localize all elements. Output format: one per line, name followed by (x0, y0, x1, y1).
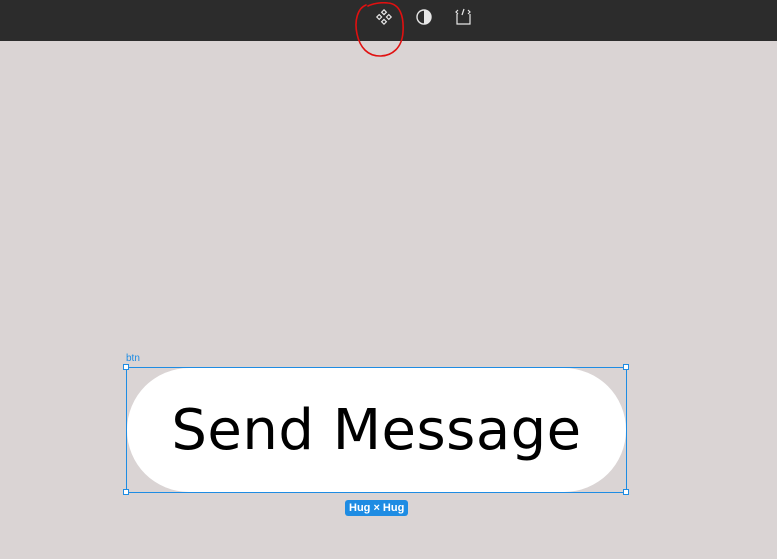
selection-outline (126, 367, 627, 493)
dev-mode-button[interactable] (452, 6, 474, 28)
theme-toggle-button[interactable] (413, 6, 435, 28)
resize-handle-bottom-right[interactable] (623, 489, 629, 495)
resize-handle-bottom-left[interactable] (123, 489, 129, 495)
top-toolbar (0, 0, 777, 41)
resize-handle-top-right[interactable] (623, 364, 629, 370)
component-icon (375, 8, 393, 26)
contrast-icon (416, 9, 432, 25)
size-badge: Hug × Hug (345, 500, 409, 516)
dev-mode-icon (455, 8, 471, 25)
component-tool-button[interactable] (373, 6, 395, 28)
resize-handle-top-left[interactable] (123, 364, 129, 370)
frame-name-label[interactable]: btn (126, 353, 140, 364)
